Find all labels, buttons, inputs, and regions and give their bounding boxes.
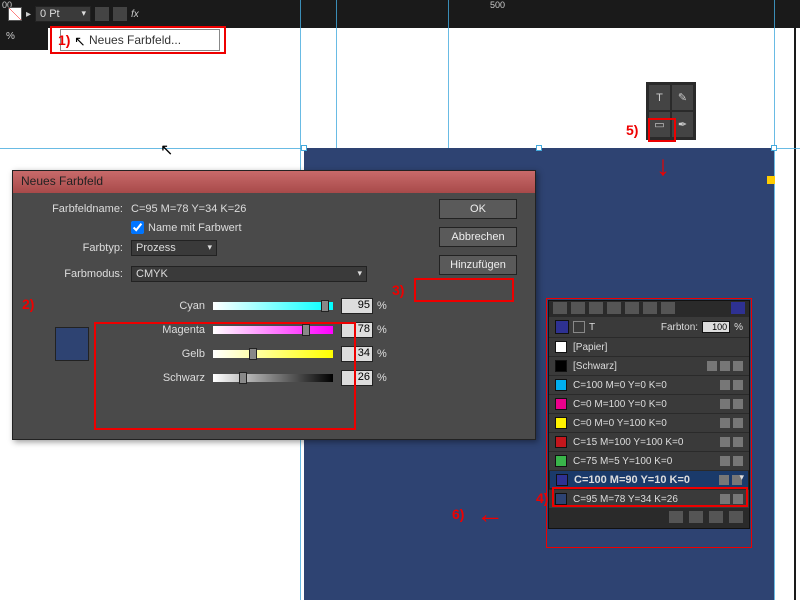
stroke-weight-select[interactable]: 0 Pt bbox=[35, 6, 91, 22]
cancel-button[interactable]: Abbrechen bbox=[439, 227, 517, 247]
cursor-icon: ↖ bbox=[160, 140, 173, 160]
cyan-value-input[interactable]: 95 bbox=[341, 298, 373, 314]
swatch-name-label: Farbfeldname: bbox=[23, 203, 123, 215]
callout-box-5 bbox=[648, 118, 676, 142]
pct-label: % bbox=[377, 348, 387, 360]
eyedropper-tool-icon[interactable]: ✎ bbox=[672, 85, 693, 110]
selection-handle[interactable] bbox=[771, 145, 777, 151]
app-toolbar: 00 500 ▸ 0 Pt fx bbox=[0, 0, 800, 28]
pct-label: % bbox=[377, 300, 387, 312]
color-type-select[interactable]: Prozess bbox=[131, 240, 217, 256]
callout-label-3: 3) bbox=[392, 282, 404, 298]
callout-box-2 bbox=[94, 322, 356, 430]
callout-label-2: 2) bbox=[22, 296, 34, 312]
callout-label-5: 5) bbox=[626, 122, 638, 138]
type-tool-icon[interactable]: T bbox=[649, 85, 670, 110]
color-mode-select[interactable]: CMYK bbox=[131, 266, 367, 282]
add-button[interactable]: Hinzufügen bbox=[439, 255, 517, 275]
color-mode-label: Farbmodus: bbox=[23, 268, 123, 280]
guide bbox=[774, 0, 775, 600]
arrow-down-icon: ↓ bbox=[656, 150, 670, 182]
callout-label-6: 6) bbox=[452, 506, 464, 522]
color-type-label: Farbtyp: bbox=[23, 242, 123, 254]
swatch-name-value: C=95 M=78 Y=34 K=26 bbox=[131, 203, 246, 215]
name-with-value-label: Name mit Farbwert bbox=[148, 222, 242, 234]
app-toolbar-row2: % bbox=[0, 28, 48, 50]
rotation-handle[interactable] bbox=[767, 176, 775, 184]
arrow-left-icon: ← bbox=[476, 498, 504, 530]
fill-swatch-icon[interactable] bbox=[8, 7, 22, 21]
pct-label: % bbox=[377, 372, 387, 384]
stroke-arrow-icon[interactable]: ▸ bbox=[26, 9, 31, 20]
selection-handle[interactable] bbox=[301, 145, 307, 151]
ruler-vertical bbox=[794, 0, 796, 600]
dialog-title: Neues Farbfeld bbox=[13, 171, 535, 193]
callout-label-1: 1) bbox=[58, 32, 70, 48]
cyan-slider[interactable] bbox=[213, 302, 333, 310]
ok-button[interactable]: OK bbox=[439, 199, 517, 219]
callout-box-3 bbox=[414, 278, 514, 302]
callout-box-1 bbox=[50, 26, 226, 54]
toolbar-fx-icon[interactable]: fx bbox=[131, 9, 139, 20]
ruler-mark-500: 500 bbox=[490, 0, 505, 10]
toolbar-icon[interactable] bbox=[113, 7, 127, 21]
name-with-value-checkbox[interactable] bbox=[131, 221, 144, 234]
cyan-label: Cyan bbox=[109, 300, 205, 312]
opacity-pct-label: % bbox=[6, 31, 15, 42]
swatch-preview bbox=[55, 327, 89, 361]
callout-box-panel bbox=[546, 298, 752, 548]
pct-label: % bbox=[377, 324, 387, 336]
selection-handle[interactable] bbox=[536, 145, 542, 151]
toolbar-icon[interactable] bbox=[95, 7, 109, 21]
